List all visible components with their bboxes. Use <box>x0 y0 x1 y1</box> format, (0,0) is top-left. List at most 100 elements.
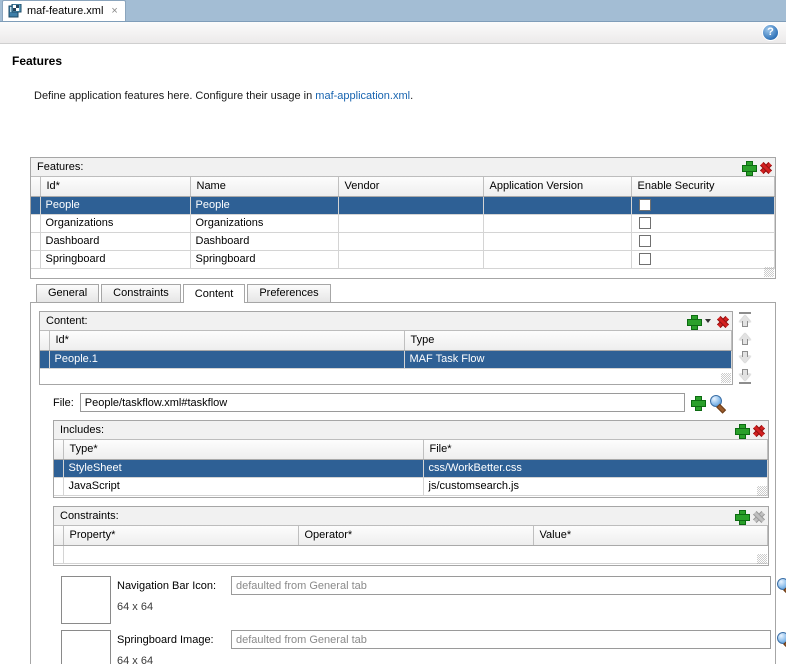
file-row: File: <box>39 393 767 412</box>
cell-id[interactable]: People.1 <box>49 350 405 369</box>
browse-springboard-image-search-icon[interactable] <box>777 632 786 647</box>
browse-file-search-icon[interactable] <box>709 395 725 410</box>
column-header-name[interactable]: Name <box>190 177 339 197</box>
includes-resize-grip[interactable] <box>757 486 767 496</box>
tab-constraints[interactable]: Constraints <box>101 284 181 302</box>
cell-file[interactable]: js/customsearch.js <box>423 477 768 496</box>
table-row[interactable]: Dashboard Dashboard <box>31 232 775 251</box>
features-group: Features: Id* Name Vendor Application Ve… <box>30 157 776 279</box>
content-label: Content: <box>46 315 88 327</box>
row-selector[interactable] <box>54 459 64 478</box>
springboard-image-input[interactable] <box>231 630 771 649</box>
enable-security-checkbox[interactable] <box>638 235 651 248</box>
enable-security-checkbox[interactable] <box>638 217 651 230</box>
table-row[interactable]: People.1 MAF Task Flow <box>40 350 732 369</box>
add-feature-button[interactable] <box>742 160 757 176</box>
table-row[interactable]: JavaScript js/customsearch.js <box>54 477 768 496</box>
add-file-button[interactable] <box>690 396 706 411</box>
tab-preferences[interactable]: Preferences <box>247 284 331 302</box>
cell-enable-security[interactable] <box>631 214 775 233</box>
cell-name[interactable]: Springboard <box>190 250 339 269</box>
chevron-down-icon[interactable] <box>705 319 711 323</box>
maf-application-xml-link[interactable]: maf-application.xml <box>315 90 410 102</box>
cell-name[interactable]: People <box>190 196 339 215</box>
content-tab-panel: Content: Id* Type People.1 MAF Task Flow… <box>30 303 786 664</box>
enable-security-checkbox[interactable] <box>638 199 651 212</box>
cell-enable-security[interactable] <box>631 232 775 251</box>
cell-vendor[interactable] <box>338 250 484 269</box>
row-selector[interactable] <box>31 196 41 215</box>
cell-application-version[interactable] <box>483 232 632 251</box>
table-row[interactable]: People People <box>31 196 775 215</box>
navigation-bar-icon-input[interactable] <box>231 576 771 595</box>
column-header-id[interactable]: Id* <box>40 177 191 197</box>
document-tab-maf-feature-xml[interactable]: maf-feature.xml × <box>2 0 126 21</box>
navigation-bar-icon-row: Navigation Bar Icon: 64 x 64 <box>39 576 786 624</box>
cell-id[interactable]: Dashboard <box>40 232 191 251</box>
features-resize-grip[interactable] <box>764 267 774 277</box>
close-icon[interactable]: × <box>108 5 117 17</box>
tab-general[interactable]: General <box>36 284 100 302</box>
cell-application-version[interactable] <box>483 196 632 215</box>
file-input[interactable] <box>79 393 685 412</box>
column-header-operator[interactable]: Operator* <box>298 526 534 546</box>
cell-type[interactable]: StyleSheet <box>63 459 424 478</box>
cell-application-version[interactable] <box>483 214 632 233</box>
move-to-bottom-button[interactable] <box>737 366 753 384</box>
help-icon[interactable]: ? <box>763 25 778 40</box>
column-header-enable-security[interactable]: Enable Security <box>631 177 775 197</box>
constraints-header-row: Property* Operator* Value* <box>54 526 768 546</box>
column-header-value[interactable]: Value* <box>533 526 768 546</box>
column-header-vendor[interactable]: Vendor <box>338 177 484 197</box>
cell-vendor[interactable] <box>338 232 484 251</box>
browse-navigation-bar-icon-search-icon[interactable] <box>777 578 786 593</box>
content-resize-grip[interactable] <box>721 373 731 383</box>
add-constraint-button[interactable] <box>735 509 750 525</box>
move-up-button[interactable] <box>737 330 753 348</box>
cell-name[interactable]: Organizations <box>190 214 339 233</box>
move-down-button[interactable] <box>737 348 753 366</box>
enable-security-checkbox[interactable] <box>638 253 651 266</box>
add-content-button[interactable] <box>687 314 702 330</box>
column-header-type[interactable]: Type <box>404 331 732 351</box>
includes-toolbar <box>735 423 765 439</box>
cell-name[interactable]: Dashboard <box>190 232 339 251</box>
constraints-resize-grip[interactable] <box>757 554 767 564</box>
row-selector[interactable] <box>31 232 41 251</box>
cell-file[interactable]: css/WorkBetter.css <box>423 459 768 478</box>
column-header-type[interactable]: Type* <box>63 440 424 460</box>
column-header-application-version[interactable]: Application Version <box>483 177 632 197</box>
delete-include-button[interactable] <box>752 424 765 437</box>
document-tab-label: maf-feature.xml <box>27 5 104 17</box>
file-label: File: <box>53 396 74 409</box>
cell-id[interactable]: People <box>40 196 191 215</box>
table-row[interactable]: Springboard Springboard <box>31 250 775 269</box>
table-row[interactable]: Organizations Organizations <box>31 214 775 233</box>
cell-vendor[interactable] <box>338 214 484 233</box>
cell-enable-security[interactable] <box>631 196 775 215</box>
row-selector[interactable] <box>54 477 64 496</box>
cell-id[interactable]: Springboard <box>40 250 191 269</box>
row-selector[interactable] <box>31 250 41 269</box>
table-row[interactable]: StyleSheet css/WorkBetter.css <box>54 459 768 478</box>
delete-content-button[interactable] <box>716 315 729 328</box>
add-include-button[interactable] <box>735 423 750 439</box>
column-header-property[interactable]: Property* <box>63 526 299 546</box>
row-selector[interactable] <box>31 214 41 233</box>
cell-type[interactable]: MAF Task Flow <box>404 350 732 369</box>
cell-id[interactable]: Organizations <box>40 214 191 233</box>
move-to-top-button[interactable] <box>737 312 753 330</box>
row-selector[interactable] <box>40 350 50 369</box>
navigation-bar-icon-preview <box>61 576 111 624</box>
feature-detail-tabs-container: General Constraints Content Preferences … <box>30 284 786 664</box>
cell-type[interactable]: JavaScript <box>63 477 424 496</box>
delete-feature-button[interactable] <box>759 161 772 174</box>
cell-vendor[interactable] <box>338 196 484 215</box>
column-header-file[interactable]: File* <box>423 440 768 460</box>
tab-content[interactable]: Content <box>182 284 246 303</box>
column-header-id[interactable]: Id* <box>49 331 405 351</box>
springboard-image-dimensions: 64 x 64 <box>117 655 154 664</box>
cell-enable-security[interactable] <box>631 250 775 269</box>
cell-application-version[interactable] <box>483 250 632 269</box>
row-selector-header <box>31 177 41 197</box>
